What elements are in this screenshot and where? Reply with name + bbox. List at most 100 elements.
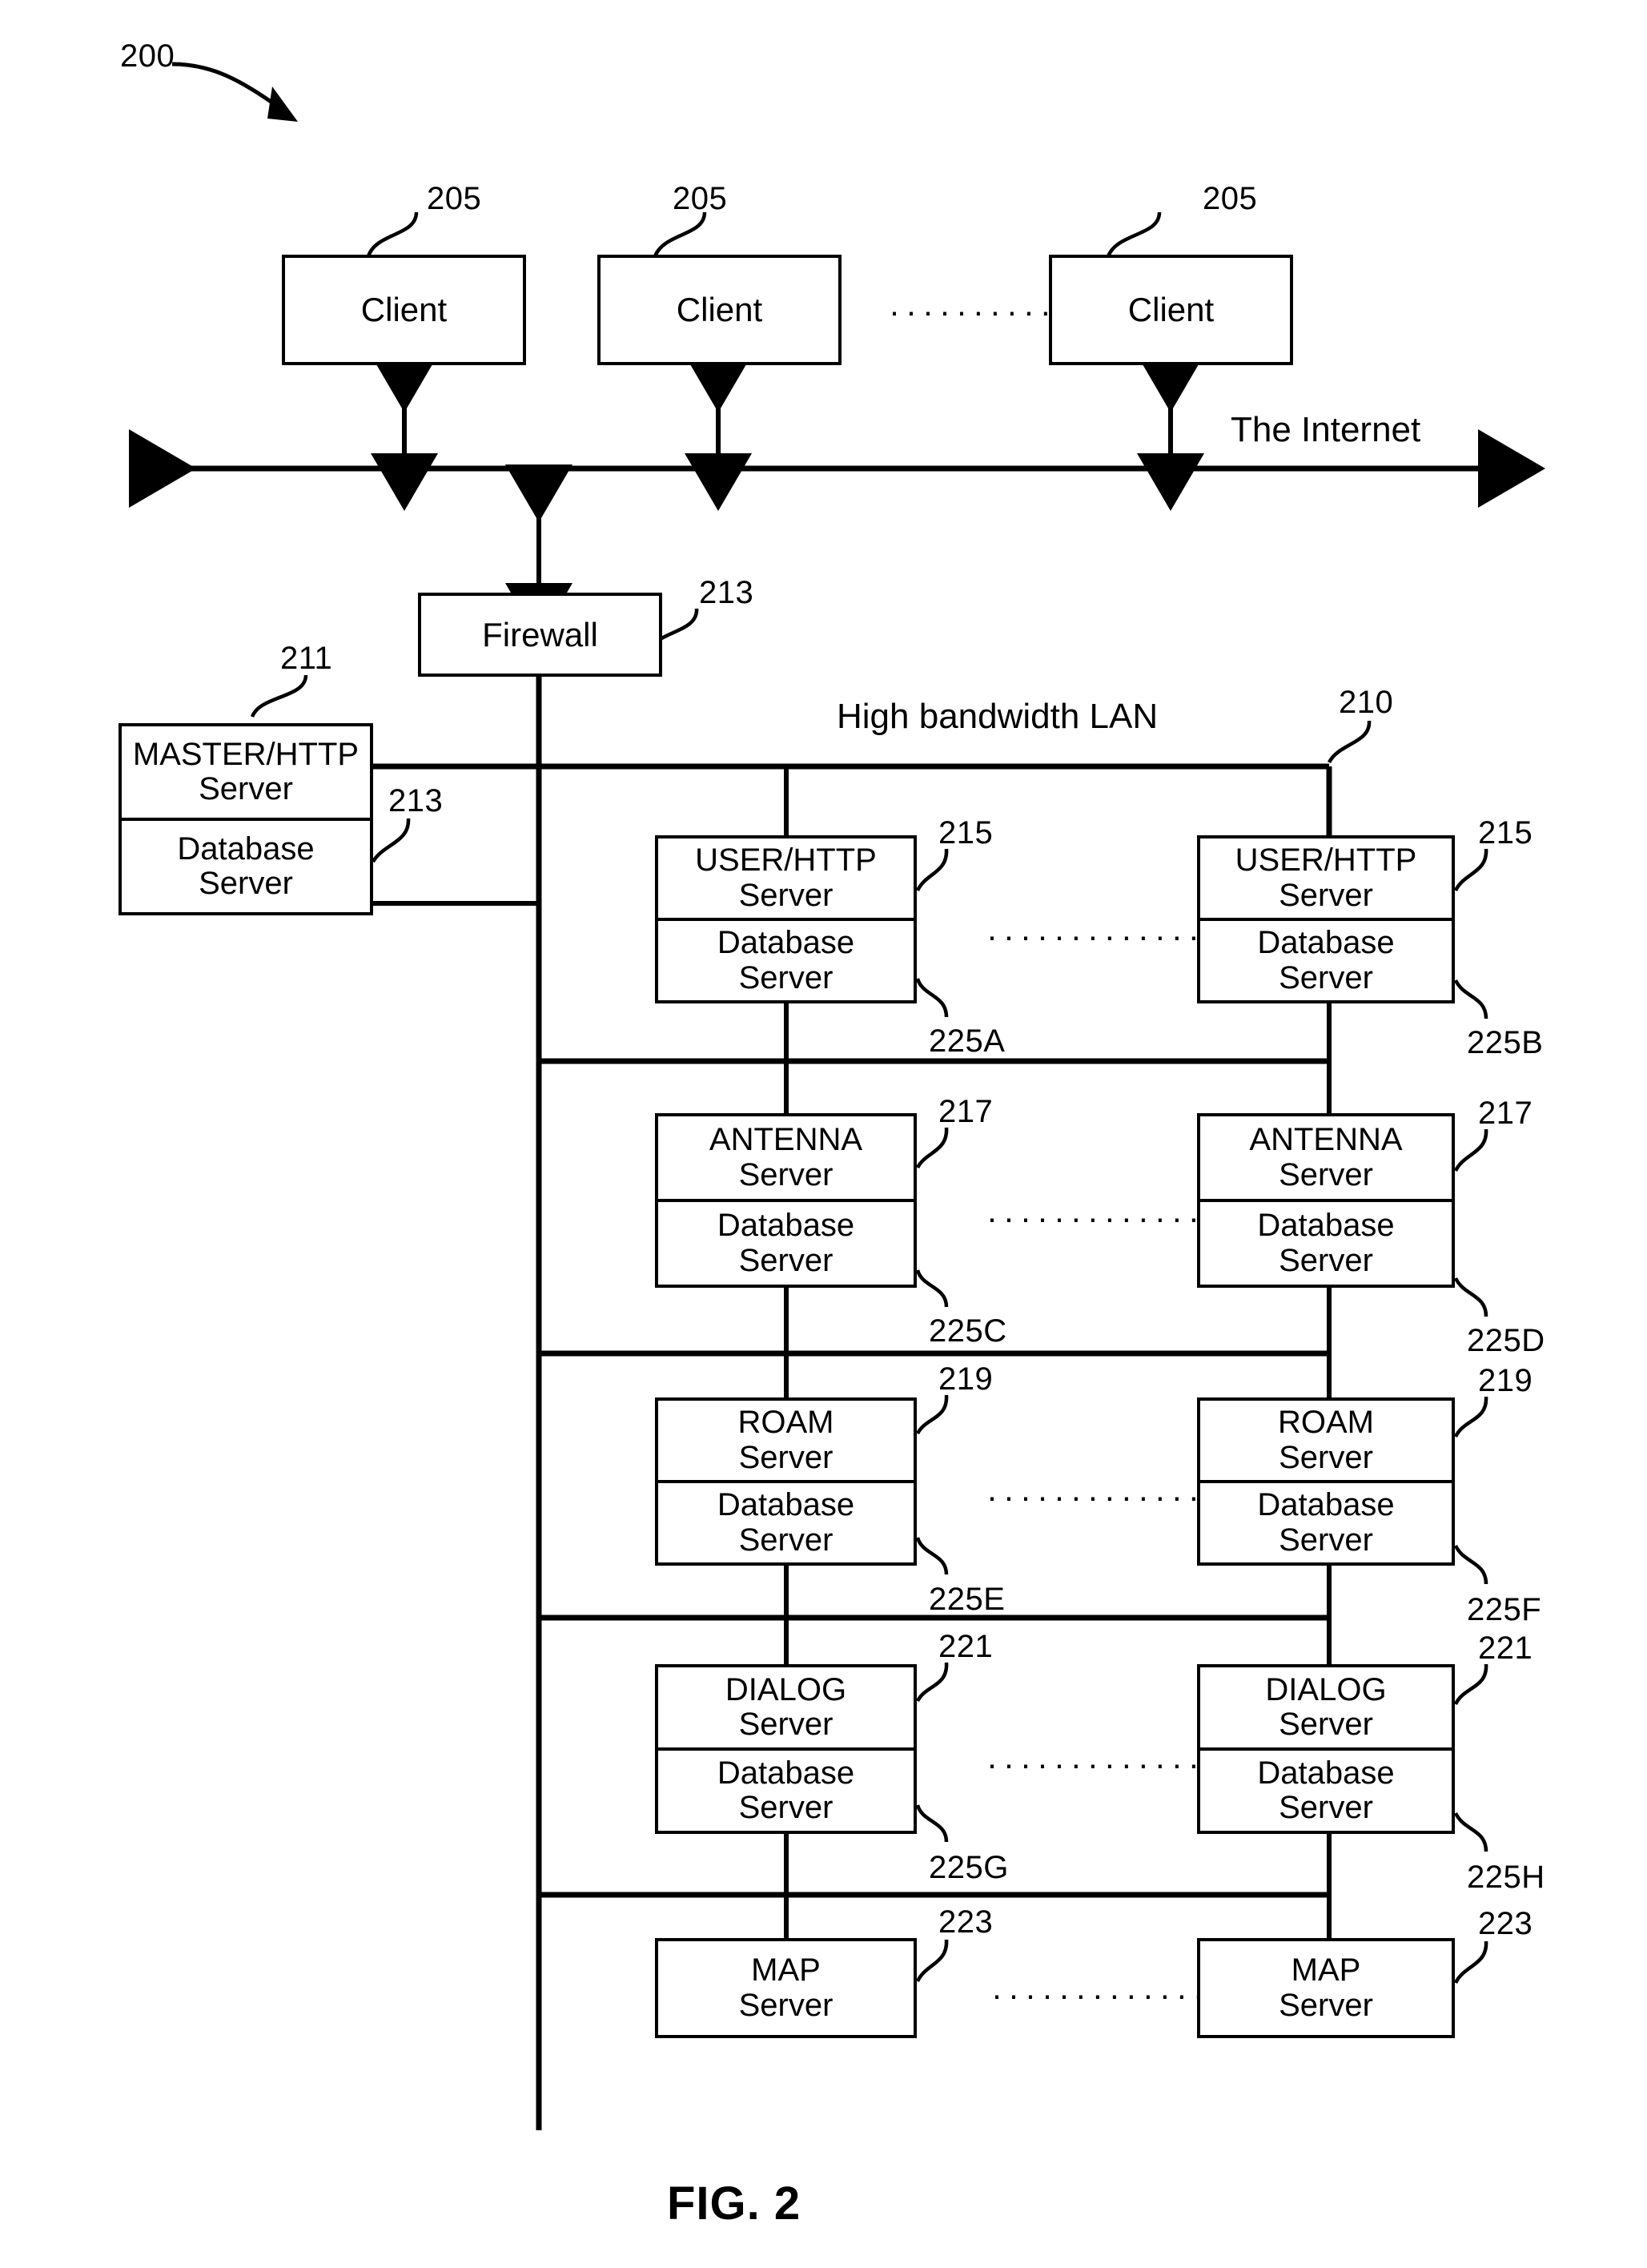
ref-antenna-left-217: 217 bbox=[938, 1094, 994, 1129]
ref-roam-right-219: 219 bbox=[1478, 1363, 1533, 1398]
dialog-right-db-subtitle: Server bbox=[1279, 1790, 1373, 1825]
user-http-right-db-cell: Database Server bbox=[1200, 918, 1452, 1000]
antenna-right-title-cell: ANTENNA Server bbox=[1200, 1116, 1452, 1199]
ref-200: 200 bbox=[120, 38, 175, 74]
dialog-left-db-title: Database bbox=[717, 1755, 855, 1791]
roam-right-title-cell: ROAM Server bbox=[1200, 1401, 1452, 1480]
server-box-map-left[interactable]: MAP Server bbox=[655, 1938, 917, 2038]
antenna-right-db-title: Database bbox=[1257, 1208, 1395, 1244]
client-box-2[interactable]: Client bbox=[597, 255, 842, 365]
dialog-left-subtitle: Server bbox=[738, 1707, 834, 1742]
figure-caption: FIG. 2 bbox=[667, 2178, 801, 2230]
map-right-title: MAP bbox=[1291, 1952, 1361, 1989]
map-right-title-cell: MAP Server bbox=[1200, 1941, 1452, 2035]
ref-firewall-213: 213 bbox=[699, 575, 754, 610]
ref-user-http-right-225b: 225B bbox=[1467, 1025, 1544, 1060]
user-http-left-db-subtitle: Server bbox=[738, 959, 834, 995]
user-http-left-db-title: Database bbox=[717, 925, 855, 961]
antenna-left-db-subtitle: Server bbox=[738, 1242, 834, 1278]
master-http-subtitle: Server bbox=[199, 771, 293, 806]
ref-roam-right-225f: 225F bbox=[1467, 1592, 1542, 1627]
firewall-box[interactable]: Firewall bbox=[418, 593, 662, 677]
map-left-title: MAP bbox=[751, 1952, 821, 1989]
map-right-subtitle: Server bbox=[1279, 1987, 1373, 2023]
master-http-cell: MASTER/HTTP Server bbox=[122, 726, 370, 818]
client-box-2-cell: Client bbox=[601, 258, 838, 362]
client-box-1[interactable]: Client bbox=[282, 255, 526, 365]
ref-dialog-right-221: 221 bbox=[1478, 1631, 1533, 1666]
server-box-user-http-left[interactable]: USER/HTTP Server Database Server bbox=[655, 835, 917, 1003]
server-box-roam-right[interactable]: ROAM Server Database Server bbox=[1197, 1397, 1455, 1566]
dialog-right-title-cell: DIALOG Server bbox=[1200, 1667, 1452, 1747]
dialog-right-subtitle: Server bbox=[1279, 1707, 1373, 1742]
roam-right-db-title: Database bbox=[1257, 1487, 1395, 1523]
server-box-dialog-left[interactable]: DIALOG Server Database Server bbox=[655, 1664, 917, 1834]
server-box-roam-left[interactable]: ROAM Server Database Server bbox=[655, 1397, 917, 1566]
user-http-left-title: USER/HTTP bbox=[695, 842, 877, 879]
server-box-user-http-right[interactable]: USER/HTTP Server Database Server bbox=[1197, 835, 1455, 1003]
user-http-right-title: USER/HTTP bbox=[1235, 842, 1417, 879]
client-box-3-label: Client bbox=[1127, 291, 1215, 329]
row-ellipsis-map: ·············· bbox=[991, 1976, 1227, 2013]
roam-left-title-cell: ROAM Server bbox=[658, 1401, 914, 1480]
antenna-left-db-cell: Database Server bbox=[658, 1199, 914, 1285]
antenna-left-title: ANTENNA bbox=[709, 1122, 863, 1158]
server-box-antenna-right[interactable]: ANTENNA Server Database Server bbox=[1197, 1113, 1455, 1288]
ref-dialog-right-225h: 225H bbox=[1467, 1860, 1545, 1895]
client-box-2-label: Client bbox=[676, 291, 763, 329]
antenna-right-title: ANTENNA bbox=[1249, 1122, 1403, 1158]
client-box-1-label: Client bbox=[360, 291, 448, 329]
ref-dialog-left-221: 221 bbox=[938, 1629, 994, 1664]
ref-map-left-223: 223 bbox=[938, 1904, 994, 1940]
ref-map-right-223: 223 bbox=[1478, 1906, 1533, 1941]
dialog-left-db-cell: Database Server bbox=[658, 1747, 914, 1831]
master-database-subtitle: Server bbox=[199, 866, 293, 901]
client-box-3-cell: Client bbox=[1052, 258, 1290, 362]
firewall-label: Firewall bbox=[482, 615, 598, 653]
client-box-3[interactable]: Client bbox=[1049, 255, 1293, 365]
server-box-map-right[interactable]: MAP Server bbox=[1197, 1938, 1455, 2038]
master-http-server-box[interactable]: MASTER/HTTP Server Database Server bbox=[119, 723, 373, 915]
ref-user-http-right-215: 215 bbox=[1478, 815, 1533, 850]
roam-right-subtitle: Server bbox=[1279, 1439, 1373, 1475]
roam-right-title: ROAM bbox=[1278, 1405, 1374, 1441]
patent-figure-2: 200 205 Client 205 Client ·········· 205… bbox=[0, 0, 1647, 2268]
roam-left-title: ROAM bbox=[737, 1405, 834, 1441]
ref-user-http-left-215: 215 bbox=[938, 815, 994, 850]
dialog-left-title: DIALOG bbox=[725, 1671, 847, 1707]
roam-left-db-cell: Database Server bbox=[658, 1480, 914, 1562]
ref-client-1: 205 bbox=[427, 181, 482, 216]
user-http-right-db-subtitle: Server bbox=[1279, 959, 1373, 995]
ref-master-211: 211 bbox=[280, 641, 333, 676]
server-box-dialog-right[interactable]: DIALOG Server Database Server bbox=[1197, 1664, 1455, 1834]
client-ellipsis: ·········· bbox=[889, 292, 1057, 330]
ref-antenna-left-225c: 225C bbox=[929, 1313, 1007, 1349]
ref-antenna-right-225d: 225D bbox=[1467, 1323, 1545, 1358]
ref-client-2: 205 bbox=[673, 181, 728, 216]
ref-roam-left-219: 219 bbox=[938, 1361, 994, 1397]
antenna-left-title-cell: ANTENNA Server bbox=[658, 1116, 914, 1199]
ref-dialog-left-225g: 225G bbox=[929, 1850, 1009, 1885]
ref-roam-left-225e: 225E bbox=[929, 1582, 1006, 1617]
ref-user-http-left-225a: 225A bbox=[929, 1023, 1006, 1059]
dialog-right-title: DIALOG bbox=[1265, 1671, 1387, 1707]
server-box-antenna-left[interactable]: ANTENNA Server Database Server bbox=[655, 1113, 917, 1288]
map-left-subtitle: Server bbox=[738, 1987, 834, 2023]
antenna-left-subtitle: Server bbox=[738, 1156, 834, 1192]
dialog-right-db-title: Database bbox=[1257, 1755, 1395, 1791]
ref-client-3: 205 bbox=[1203, 181, 1258, 216]
roam-left-db-subtitle: Server bbox=[738, 1522, 834, 1558]
antenna-right-subtitle: Server bbox=[1279, 1156, 1373, 1192]
firewall-cell: Firewall bbox=[421, 596, 659, 674]
ref-master-db-213: 213 bbox=[388, 783, 444, 818]
lan-label: High bandwidth LAN bbox=[837, 697, 1159, 736]
dialog-left-title-cell: DIALOG Server bbox=[658, 1667, 914, 1747]
roam-right-db-subtitle: Server bbox=[1279, 1522, 1373, 1558]
user-http-right-title-cell: USER/HTTP Server bbox=[1200, 838, 1452, 918]
roam-left-db-title: Database bbox=[717, 1487, 855, 1523]
roam-right-db-cell: Database Server bbox=[1200, 1480, 1452, 1562]
user-http-right-subtitle: Server bbox=[1279, 877, 1373, 913]
antenna-right-db-cell: Database Server bbox=[1200, 1199, 1452, 1285]
user-http-right-db-title: Database bbox=[1257, 925, 1395, 961]
master-http-title: MASTER/HTTP bbox=[132, 736, 360, 772]
